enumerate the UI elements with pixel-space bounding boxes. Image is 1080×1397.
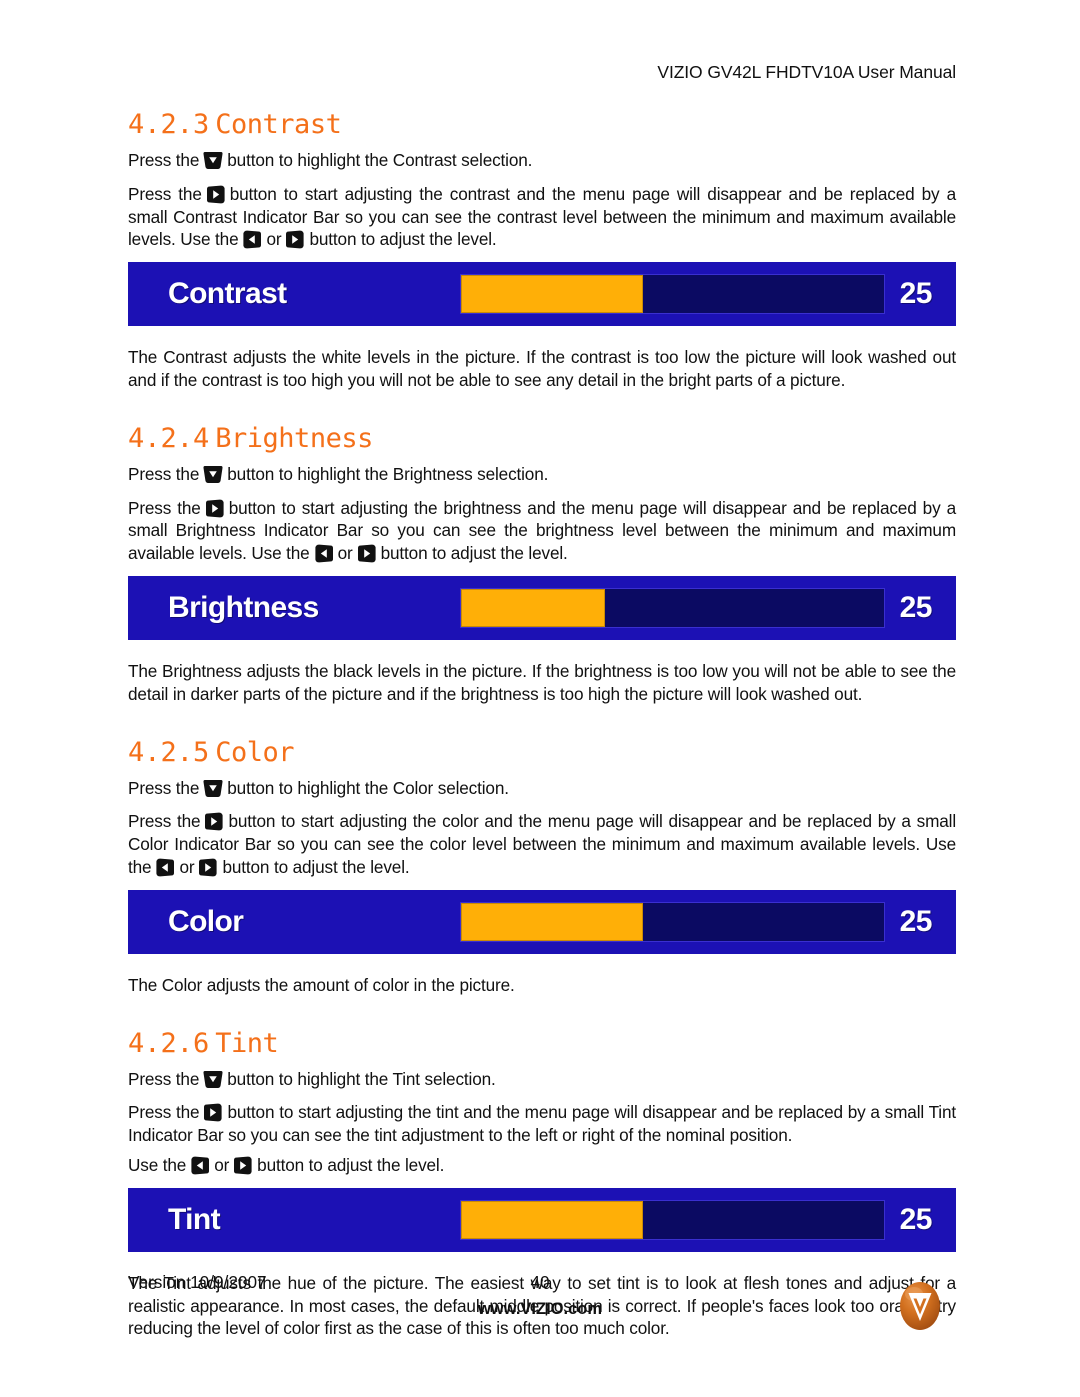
arrow-right-button-icon	[232, 1156, 254, 1175]
text-fragment: button to highlight the Color selection.	[227, 777, 509, 798]
arrow-left-button-icon	[313, 544, 335, 563]
osd-fill	[461, 588, 605, 627]
arrow-right-button-icon	[202, 1103, 224, 1122]
osd-track[interactable]	[460, 901, 885, 942]
manual-page: VIZIO GV42L FHDTV10A User Manual 4.2.3 Co…	[0, 0, 1080, 1397]
arrow-right-button-icon	[205, 185, 227, 204]
text-fragment: or	[214, 1154, 230, 1175]
arrow-right-button-icon	[204, 499, 226, 518]
osd-track[interactable]	[460, 587, 885, 628]
contrast-description: The Contrast adjusts the white levels in…	[128, 347, 956, 390]
osd-value: 25	[899, 1202, 933, 1236]
text-fragment: button to adjust the level.	[380, 543, 568, 564]
osd-label: Color	[168, 904, 244, 938]
section-heading-brightness: 4.2.4 Brightness	[128, 422, 956, 456]
text-fragment: or	[337, 543, 353, 564]
page-header: VIZIO GV42L FHDTV10A User Manual	[657, 62, 956, 82]
text-fragment: Press the	[128, 1102, 200, 1123]
text-fragment: Press the	[128, 150, 200, 170]
arrow-right-button-icon	[203, 812, 225, 831]
arrow-left-button-icon	[154, 858, 176, 877]
text-fragment: or	[179, 856, 195, 877]
section-number: 4.2.4	[128, 422, 210, 454]
text-fragment: Press the	[128, 463, 200, 484]
osd-value: 25	[899, 590, 933, 624]
osd-label: Brightness	[168, 590, 319, 624]
text-fragment: Press the	[128, 497, 201, 518]
color-description: The Color adjusts the amount of color in…	[128, 974, 515, 995]
section-number: 4.2.3	[128, 109, 210, 140]
text-fragment: button to adjust the level.	[309, 229, 497, 250]
arrow-down-button-icon	[202, 779, 224, 798]
brightness-indicator-bar: Brightness 25	[128, 575, 956, 640]
arrow-left-button-icon	[189, 1156, 211, 1175]
section-number: 4.2.6	[128, 1027, 210, 1059]
osd-track[interactable]	[460, 274, 885, 315]
osd-track[interactable]	[460, 1199, 885, 1240]
text-fragment: Press the	[128, 183, 202, 204]
osd-value: 25	[899, 904, 933, 938]
tint-indicator-bar: Tint 25	[128, 1187, 956, 1252]
arrow-right-button-icon	[356, 544, 378, 563]
contrast-adjust-instruction: Press the button to start adjusting the c…	[128, 183, 956, 251]
text-fragment: button to adjust the level.	[257, 1154, 445, 1175]
osd-fill	[461, 902, 643, 941]
brightness-adjust-instruction: Press the button to start adjusting the b…	[128, 497, 956, 565]
arrow-right-button-icon	[197, 858, 219, 877]
section-heading-tint: 4.2.6 Tint	[128, 1027, 956, 1061]
color-indicator-bar: Color 25	[128, 889, 956, 954]
osd-fill	[461, 1200, 643, 1239]
text-fragment: button to highlight the Brightness selec…	[227, 463, 549, 484]
vizio-logo-icon	[892, 1275, 948, 1337]
section-number: 4.2.5	[128, 736, 210, 768]
color-adjust-instruction: Press the button to start adjusting the c…	[128, 810, 956, 878]
section-title: Color	[215, 736, 295, 768]
section-title: Tint	[215, 1027, 279, 1059]
tint-level-instruction: Use the or button to adjust the level.	[128, 1154, 956, 1177]
text-fragment: Press the	[128, 777, 200, 798]
osd-label: Contrast	[168, 277, 287, 311]
tint-highlight-instruction: Press the button to highlight the Tint se…	[128, 1068, 956, 1091]
text-fragment: Press the	[128, 811, 201, 832]
section-heading-contrast: 4.2.3 Contrast	[128, 108, 956, 142]
section-title: Brightness	[215, 422, 373, 454]
text-fragment: button to adjust the level.	[222, 856, 410, 877]
page-content: 4.2.3 Contrast Press the button to highlig…	[128, 108, 956, 1340]
arrow-down-button-icon	[202, 1070, 224, 1089]
osd-fill	[461, 275, 643, 314]
tint-adjust-instruction: Press the button to start adjusting the t…	[128, 1101, 956, 1147]
text-fragment: button to highlight the Contrast selecti…	[227, 150, 533, 170]
brightness-description: The Brightness adjusts the black levels …	[128, 660, 956, 704]
text-fragment: Use the	[128, 1154, 187, 1175]
text-fragment: button to highlight the Tint selection.	[227, 1068, 496, 1089]
arrow-down-button-icon	[202, 465, 224, 484]
arrow-right-button-icon	[284, 230, 306, 249]
section-heading-color: 4.2.5 Color	[128, 736, 956, 770]
color-highlight-instruction: Press the button to highlight the Color s…	[128, 777, 956, 800]
text-fragment: Press the	[128, 1068, 200, 1089]
page-footer: Version 10/9/2007 40 www.VIZIO.com	[0, 1272, 1080, 1362]
contrast-indicator-bar: Contrast 25	[128, 262, 956, 327]
section-title: Contrast	[215, 109, 342, 140]
contrast-highlight-instruction: Press the button to highlight the Contras…	[128, 149, 956, 172]
arrow-left-button-icon	[241, 230, 263, 249]
osd-value: 25	[899, 277, 933, 311]
brightness-highlight-instruction: Press the button to highlight the Brightn…	[128, 463, 956, 486]
osd-label: Tint	[168, 1202, 221, 1236]
arrow-down-button-icon	[202, 151, 224, 170]
text-fragment: or	[266, 229, 282, 250]
text-fragment: button to start adjusting the tint and t…	[128, 1102, 956, 1146]
